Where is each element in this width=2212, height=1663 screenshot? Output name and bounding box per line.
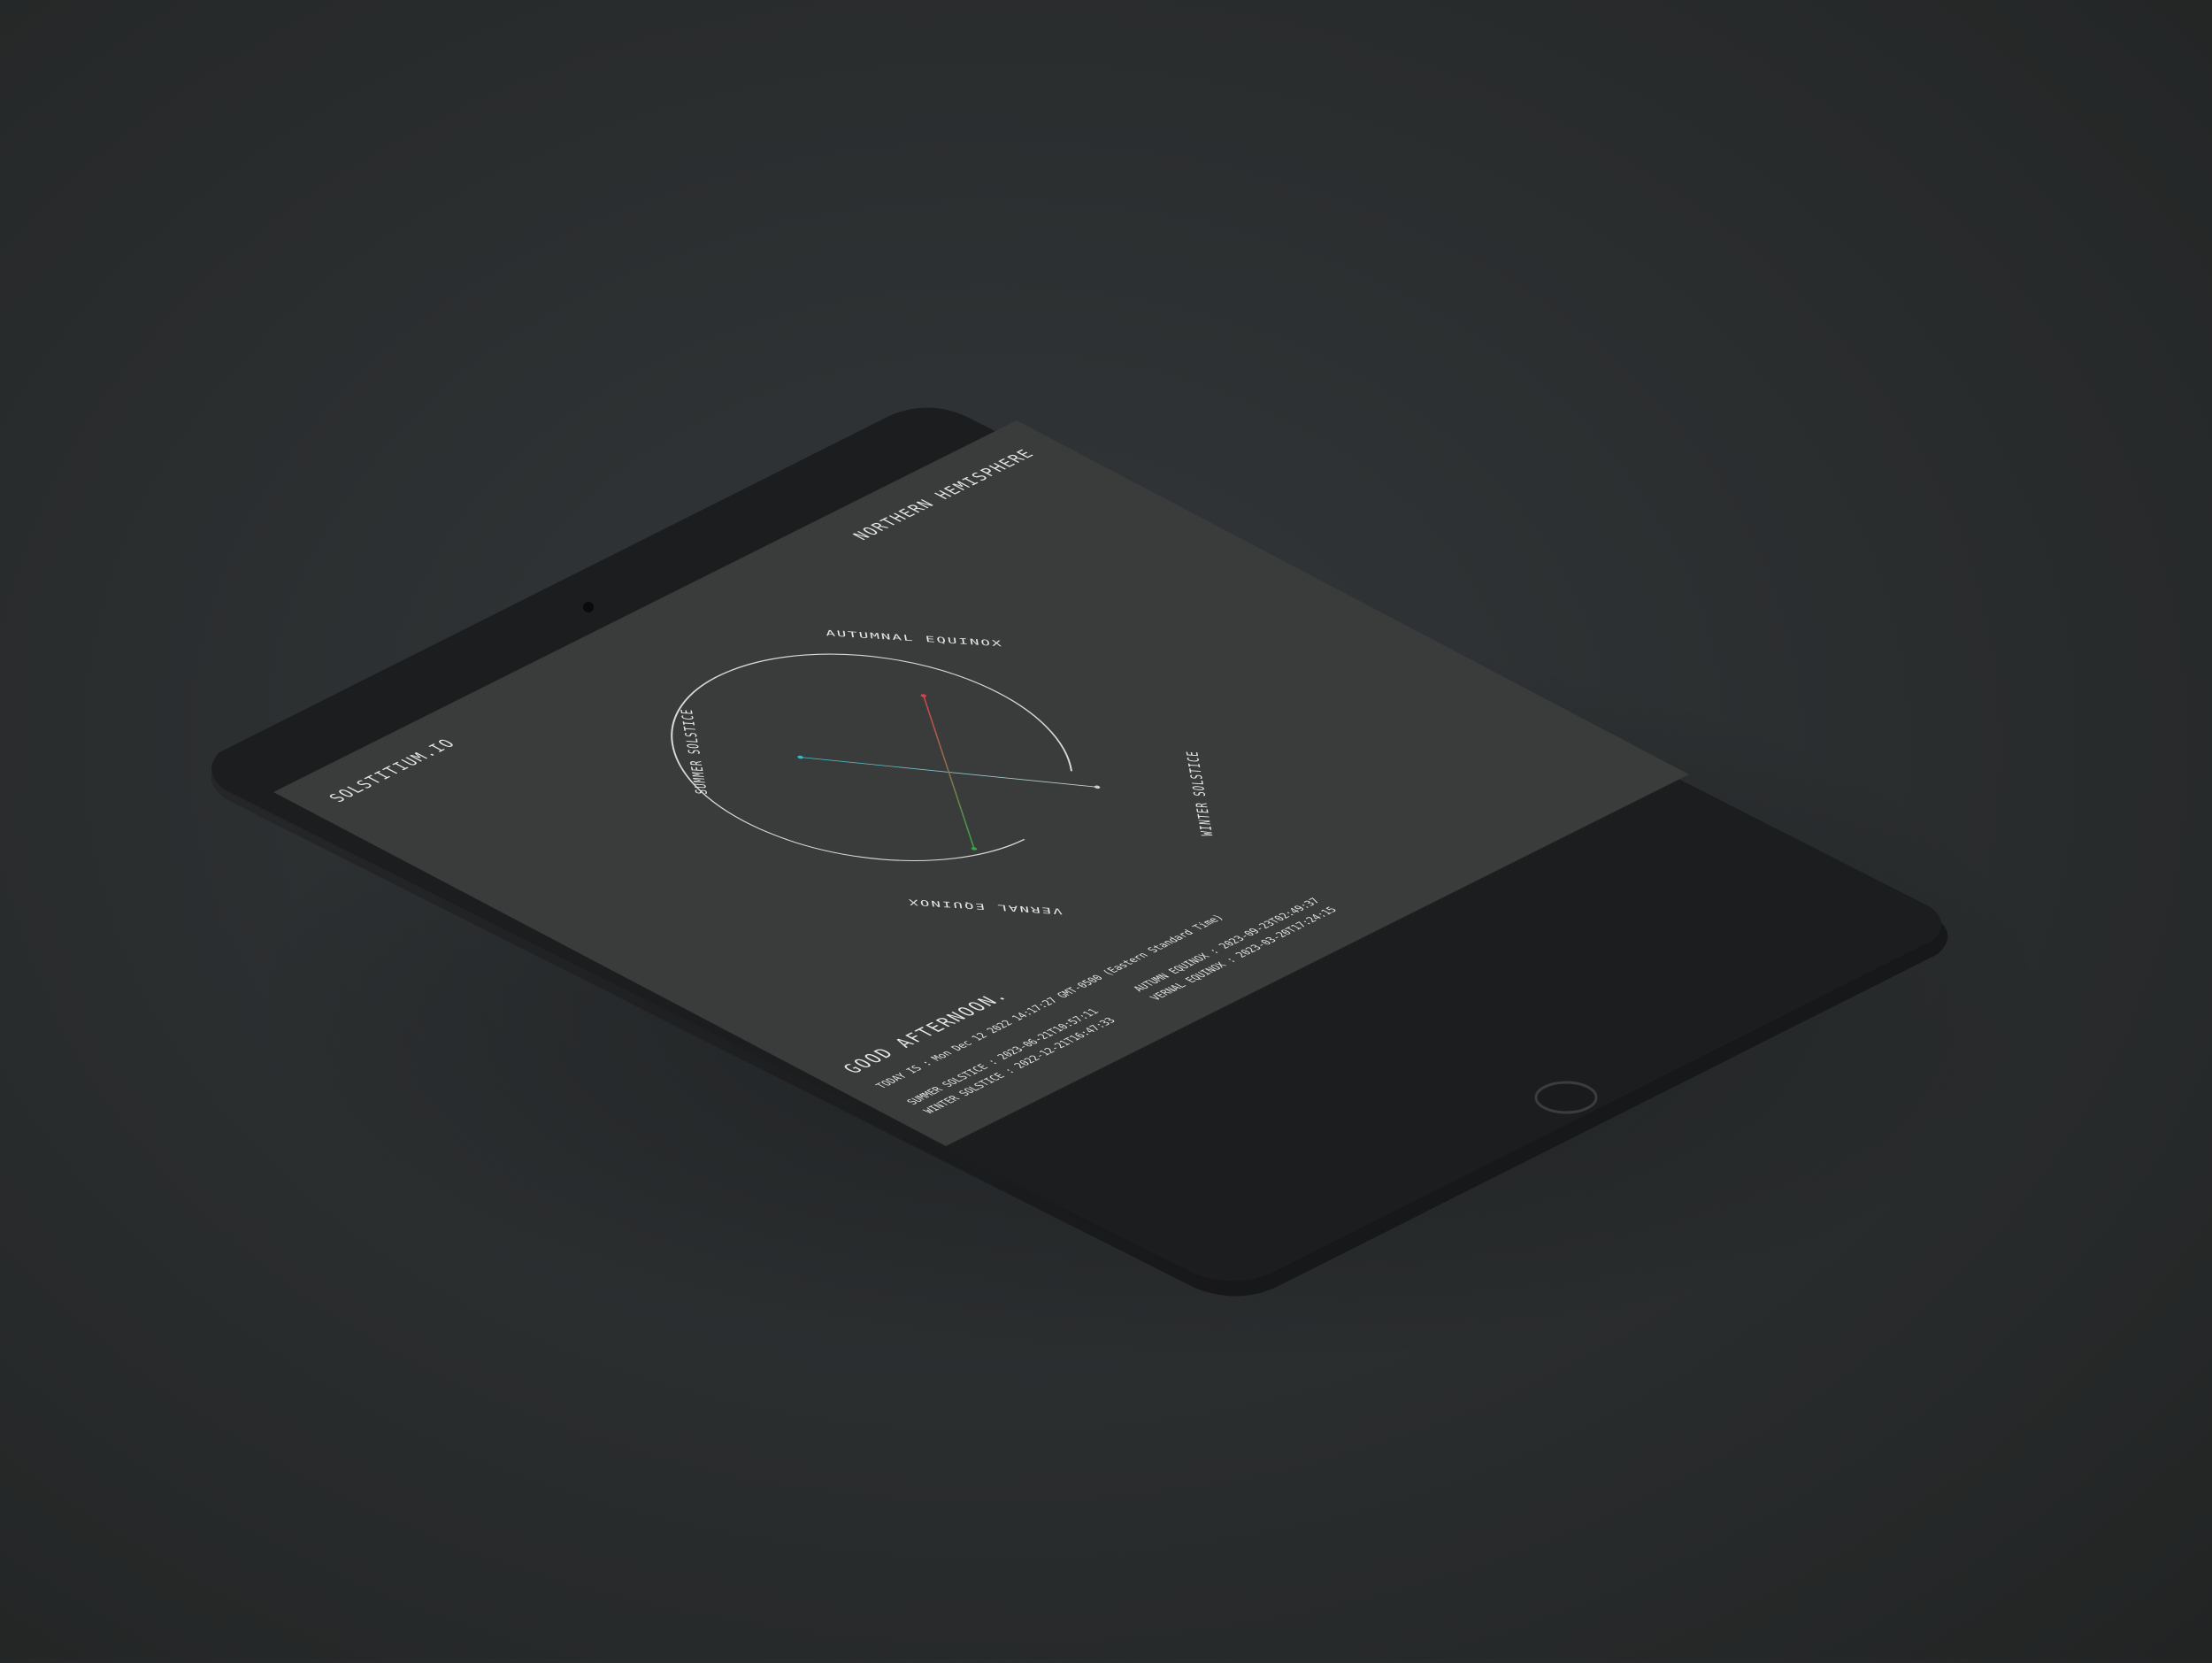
home-button[interactable] [1534,1081,1598,1114]
scene-svg: SOLSTITIUM.IO NORTHERN HEMISPHERE SUMMER… [211,407,2053,1372]
camera-icon [583,602,594,612]
device-mockup-scene: SOLSTITIUM.IO NORTHERN HEMISPHERE SUMMER… [0,0,2212,1659]
